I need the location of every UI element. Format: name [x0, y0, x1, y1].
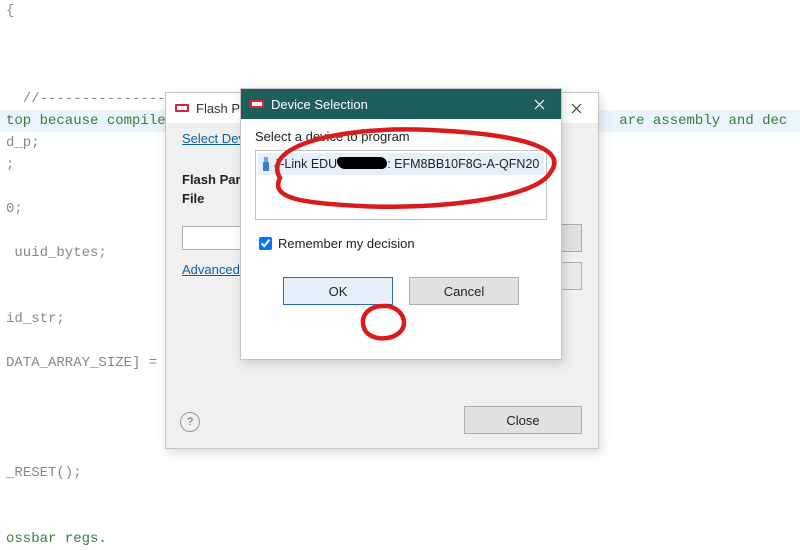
help-icon[interactable]: ?: [180, 412, 200, 432]
code-line: ossbar regs.: [0, 528, 800, 550]
code-line: [0, 506, 800, 528]
device-item-suffix: : EFM8BB10F8G-A-QFN20: [387, 157, 539, 171]
code-line: [0, 44, 800, 66]
flash-app-icon: [174, 100, 190, 116]
device-item-redacted: [337, 157, 387, 172]
device-selection-app-icon: [249, 96, 265, 112]
ok-button[interactable]: OK: [283, 277, 393, 305]
device-selection-titlebar[interactable]: Device Selection: [241, 89, 561, 119]
flash-title: Flash Pr: [196, 101, 244, 116]
code-line: _RESET();: [0, 462, 800, 484]
device-selection-dialog: Device Selection Select a device to prog…: [240, 88, 562, 360]
close-icon[interactable]: [517, 89, 561, 119]
remember-decision-label: Remember my decision: [278, 236, 415, 251]
remember-decision-checkbox[interactable]: Remember my decision: [255, 234, 547, 253]
cancel-button[interactable]: Cancel: [409, 277, 519, 305]
code-line: {: [0, 0, 800, 22]
remember-decision-input[interactable]: [259, 237, 272, 250]
device-selection-title: Device Selection: [271, 97, 368, 112]
close-button[interactable]: Close: [464, 406, 582, 434]
code-line: [0, 484, 800, 506]
device-selection-prompt: Select a device to program: [255, 129, 547, 144]
device-list[interactable]: J-Link EDU : EFM8BB10F8G-A-QFN20: [255, 150, 547, 220]
device-item-prefix: J-Link EDU: [274, 157, 337, 171]
code-line: [0, 66, 800, 88]
usb-icon: [262, 157, 270, 171]
code-line: [0, 22, 800, 44]
device-list-item[interactable]: J-Link EDU : EFM8BB10F8G-A-QFN20: [258, 153, 544, 175]
